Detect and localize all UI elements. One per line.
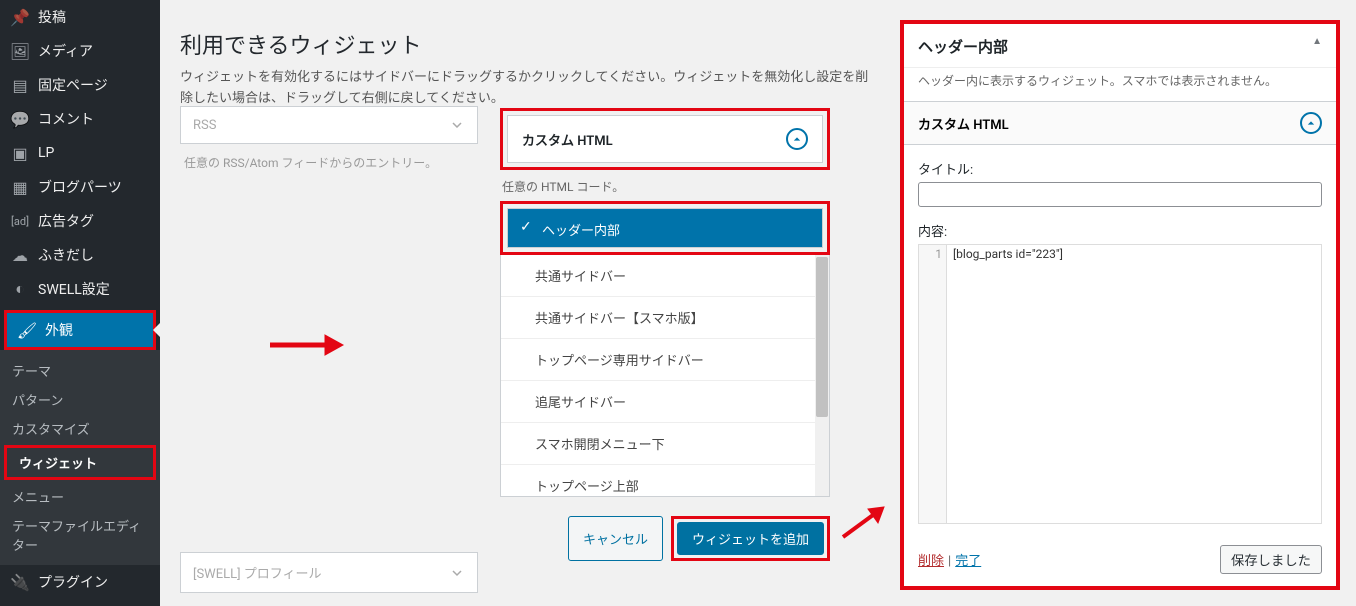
panel-desc: ヘッダー内に表示するウィジェット。スマホでは表示されません。: [904, 68, 1336, 101]
annotation-arrow-right: [265, 330, 345, 364]
code-content[interactable]: [blog_parts id="223"]: [947, 245, 1321, 523]
scrollbar-thumb[interactable]: [816, 257, 828, 417]
widget-swell-profile[interactable]: [SWELL] プロフィール: [180, 552, 478, 593]
panel-header[interactable]: ヘッダー内部 ▲: [904, 24, 1336, 68]
scrollbar[interactable]: [815, 255, 829, 496]
sidebar-item-balloon[interactable]: ☁ふきだし: [0, 238, 160, 272]
widget-header-custom-html[interactable]: カスタム HTML: [507, 115, 823, 163]
sidebar-item-appearance[interactable]: 🖌外観: [4, 310, 156, 350]
annotation-arrow-upright: [838, 505, 888, 549]
content-label: 内容:: [918, 221, 1322, 240]
panel-footer: 削除|完了 保存しました: [918, 545, 1322, 574]
option-header-inside[interactable]: ヘッダー内部: [508, 209, 822, 248]
widget-edit-panel: ヘッダー内部 ▲ ヘッダー内に表示するウィジェット。スマホでは表示されません。 …: [900, 20, 1340, 590]
media-icon: 🖼: [10, 41, 30, 61]
sub-theme[interactable]: テーマ: [0, 356, 160, 385]
chevron-up-icon: [786, 128, 808, 150]
lp-icon: ▣: [10, 143, 30, 163]
sub-customize[interactable]: カスタマイズ: [0, 414, 160, 443]
widget-rss[interactable]: RSS: [180, 106, 478, 144]
option-common-sidebar-sp[interactable]: 共通サイドバー【スマホ版】: [501, 297, 829, 339]
widget-rss-desc: 任意の RSS/Atom フィードからのエントリー。: [180, 152, 478, 179]
sidebar-item-posts[interactable]: 📌投稿: [0, 0, 160, 34]
page-description: ウィジェットを有効化するにはサイドバーにドラッグするかクリックしてください。ウィ…: [180, 68, 880, 110]
sub-theme-editor[interactable]: テーマファイルエディター: [0, 511, 160, 559]
saved-button[interactable]: 保存しました: [1220, 545, 1322, 574]
option-top-page-upper[interactable]: トップページ上部: [501, 465, 829, 497]
brush-icon: 🖌: [17, 320, 37, 340]
done-link[interactable]: 完了: [955, 554, 981, 569]
sidebar-submenu: テーマ パターン カスタマイズ ウィジェット メニュー テーマファイルエディター: [0, 350, 160, 565]
sidebar-item-swell[interactable]: ◐SWELL設定: [0, 272, 160, 306]
action-buttons: キャンセル ウィジェットを追加: [500, 516, 830, 561]
sidebar-item-media[interactable]: 🖼メディア: [0, 34, 160, 68]
sidebar-item-ad[interactable]: [ad]広告タグ: [0, 204, 160, 238]
parts-icon: ▦: [10, 177, 30, 197]
sub-pattern[interactable]: パターン: [0, 385, 160, 414]
option-sticky-sidebar[interactable]: 追尾サイドバー: [501, 381, 829, 423]
sidebar-item-lp[interactable]: ▣LP: [0, 136, 160, 170]
admin-sidebar: 📌投稿 🖼メディア ▤固定ページ 💬コメント ▣LP ▦ブログパーツ [ad]広…: [0, 0, 160, 606]
page-title: 利用できるウィジェット: [180, 28, 880, 60]
sidebar-item-blogparts[interactable]: ▦ブログパーツ: [0, 170, 160, 204]
delete-link[interactable]: 削除: [918, 554, 944, 569]
cancel-button[interactable]: キャンセル: [568, 516, 663, 561]
panel-body: タイトル: 内容: 1 [blog_parts id="223"]: [904, 145, 1336, 538]
balloon-icon: ☁: [10, 245, 30, 265]
ad-icon: [ad]: [10, 211, 30, 231]
sub-menus[interactable]: メニュー: [0, 482, 160, 511]
option-top-sidebar[interactable]: トップページ専用サイドバー: [501, 339, 829, 381]
panel-widget-row[interactable]: カスタム HTML: [904, 101, 1336, 145]
comment-icon: 💬: [10, 109, 30, 129]
plugin-icon: 🔌: [10, 572, 30, 592]
chevron-up-icon: [1300, 112, 1322, 134]
add-widget-button[interactable]: ウィジェットを追加: [677, 522, 824, 555]
sidebar-item-pages[interactable]: ▤固定ページ: [0, 68, 160, 102]
chevron-down-icon: [449, 565, 465, 581]
option-common-sidebar[interactable]: 共通サイドバー: [501, 255, 829, 297]
sub-widgets[interactable]: ウィジェット: [4, 445, 156, 480]
title-label: タイトル:: [918, 159, 1322, 178]
title-input[interactable]: [918, 182, 1322, 207]
chevron-down-icon: [449, 117, 465, 133]
pin-icon: 📌: [10, 7, 30, 27]
code-gutter: 1: [919, 245, 947, 523]
area-select-list-rest: 共通サイドバー 共通サイドバー【スマホ版】 トップページ専用サイドバー 追尾サイ…: [500, 255, 830, 497]
sidebar-item-comments[interactable]: 💬コメント: [0, 102, 160, 136]
area-select-list: ヘッダー内部: [507, 208, 823, 248]
sidebar-item-plugins[interactable]: 🔌プラグイン: [0, 565, 160, 599]
page-icon: ▤: [10, 75, 30, 95]
widget-note: 任意の HTML コード。: [500, 170, 830, 201]
widget-add-panel: カスタム HTML 任意の HTML コード。 ヘッダー内部 共通サイドバー 共…: [500, 108, 830, 497]
code-editor[interactable]: 1 [blog_parts id="223"]: [918, 244, 1322, 524]
option-sp-menu-bottom[interactable]: スマホ開閉メニュー下: [501, 423, 829, 465]
swell-icon: ◐: [10, 279, 30, 299]
chevron-up-icon: ▲: [1312, 36, 1322, 47]
